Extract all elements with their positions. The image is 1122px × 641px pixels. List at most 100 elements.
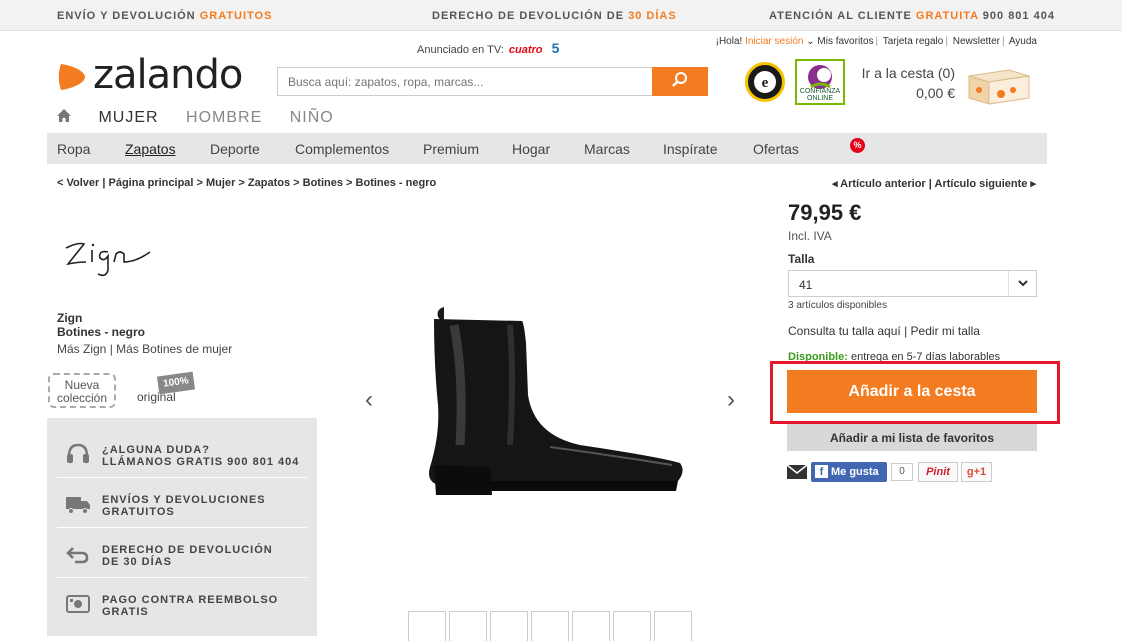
add-to-wishlist-button[interactable]: Añadir a mi lista de favoritos (787, 424, 1037, 451)
tab-nino[interactable]: NIÑO (290, 109, 334, 127)
category-ropa[interactable]: Ropa (57, 141, 90, 157)
more-brand-link[interactable]: Más Zign (57, 342, 106, 356)
thumbnail[interactable] (449, 611, 487, 641)
cash-icon (66, 595, 90, 613)
thumbnail[interactable] (613, 611, 651, 641)
breadcrumb: < Volver | Página principal > Mujer > Za… (57, 177, 437, 189)
svg-text:e: e (762, 75, 769, 91)
home-icon[interactable] (57, 109, 71, 127)
gallery-prev-arrow[interactable]: ‹ (365, 386, 373, 414)
more-category-link[interactable]: Más Botines de mujer (116, 342, 232, 356)
thumbnail[interactable] (654, 611, 692, 641)
trusted-shops-badge[interactable]: e (745, 62, 785, 102)
thumbnail[interactable] (531, 611, 569, 641)
service-cod[interactable]: PAGO CONTRA REEMBOLSO GRATIS (57, 578, 307, 628)
breadcrumb-zapatos[interactable]: Zapatos (248, 177, 290, 189)
gender-nav: MUJER HOMBRE NIÑO (57, 109, 356, 127)
category-inspirate[interactable]: Inspírate (663, 141, 717, 157)
like-count: 0 (891, 463, 913, 481)
vat-note: Incl. IVA (788, 229, 832, 243)
more-links: Más Zign | Más Botines de mujer (57, 342, 233, 356)
search-input[interactable] (278, 68, 653, 95)
prev-arrow-icon[interactable]: ◂ (832, 178, 838, 190)
google-plus-button[interactable]: g+1 (961, 462, 992, 482)
breadcrumb-home[interactable]: Página principal (109, 177, 194, 189)
next-arrow-icon[interactable]: ▸ (1030, 178, 1036, 190)
return-arrow-icon (66, 547, 89, 564)
gallery-next-arrow[interactable]: › (727, 386, 735, 414)
stock-info: 3 artículos disponibles (788, 300, 887, 311)
cuatro-logo: cuatro (508, 44, 543, 56)
next-article-link[interactable]: Artículo siguiente (935, 178, 1028, 190)
promo-bar: ENVÍO Y DEVOLUCIÓN GRATUITOS DERECHO DE … (0, 0, 1122, 31)
promo-shipping: ENVÍO Y DEVOLUCIÓN GRATUITOS (57, 10, 273, 22)
product-price: 79,95 € (788, 200, 862, 225)
category-zapatos[interactable]: Zapatos (125, 141, 176, 157)
highlight-box (770, 361, 1060, 424)
product-name: Botines - negro (57, 325, 146, 339)
headset-icon (67, 443, 89, 463)
search-icon (672, 72, 687, 87)
chevron-down-icon[interactable] (1008, 271, 1036, 296)
back-link[interactable]: < Volver (57, 177, 99, 189)
tab-hombre[interactable]: HOMBRE (186, 109, 262, 127)
thumbnail[interactable] (408, 611, 446, 641)
request-size-link[interactable]: Pedir mi talla (911, 324, 980, 338)
tab-mujer[interactable]: MUJER (98, 109, 158, 127)
help-link[interactable]: Ayuda (1009, 36, 1037, 47)
breadcrumb-botines[interactable]: Botines (303, 177, 343, 189)
tv-ad-notice: Anunciado en TV: cuatro 5 (417, 40, 560, 56)
search-button[interactable] (652, 67, 708, 96)
confianza-online-badge[interactable]: CONFIANZA ONLINE (795, 59, 845, 105)
prev-article-link[interactable]: Artículo anterior (840, 178, 926, 190)
login-link[interactable]: Iniciar sesión (745, 36, 803, 47)
breadcrumb-current: Botines - negro (355, 177, 437, 189)
category-complementos[interactable]: Complementos (295, 141, 389, 157)
logo-icon (58, 64, 85, 90)
thumbnail[interactable] (572, 611, 610, 641)
gift-card-link[interactable]: Tarjeta regalo (883, 36, 944, 47)
pinterest-button[interactable]: Pinit (918, 462, 958, 482)
service-returns[interactable]: DERECHO DE DEVOLUCIÓN DE 30 DÍAS (57, 528, 307, 578)
promo-returns: DERECHO DE DEVOLUCIÓN DE 30 DÍAS (432, 10, 677, 22)
category-hogar[interactable]: Hogar (512, 141, 550, 157)
new-collection-badge: Nueva colección (48, 373, 116, 408)
cart-box-icon[interactable] (965, 62, 1033, 106)
confianza-label: CONFIANZA ONLINE (799, 88, 841, 102)
thumbnail[interactable] (490, 611, 528, 641)
size-guide-link[interactable]: Consulta tu talla aquí (788, 324, 901, 338)
favorites-link[interactable]: Mis favoritos (817, 36, 873, 47)
cart-amount: 0,00 € (916, 85, 955, 101)
size-label: Talla (788, 252, 815, 266)
truck-icon (66, 497, 90, 514)
facebook-like-button[interactable]: f Me gusta (811, 462, 887, 482)
telecinco-logo: 5 (551, 40, 560, 56)
zalando-logo[interactable]: zalando (57, 52, 257, 98)
category-deporte[interactable]: Deporte (210, 141, 260, 157)
size-select[interactable]: 41 (788, 270, 1037, 297)
category-ofertas[interactable]: Ofertas (753, 141, 799, 157)
category-marcas[interactable]: Marcas (584, 141, 630, 157)
service-help[interactable]: ¿ALGUNA DUDA? LLÁMANOS GRATIS 900 801 404 (57, 428, 307, 478)
category-bar: Ropa Zapatos Deporte Complementos Premiu… (47, 133, 1047, 164)
service-shipping[interactable]: ENVÍOS Y DEVOLUCIONES GRATUITOS (57, 478, 307, 528)
category-premium[interactable]: Premium (423, 141, 479, 157)
chevron-down-icon[interactable]: ⌄ (806, 36, 814, 47)
promo-support: ATENCIÓN AL CLIENTE GRATUITA 900 801 404 (769, 10, 1055, 22)
account-links: ¡Hola! Iniciar sesión ⌄ Mis favoritos | T… (715, 36, 1037, 47)
greeting: ¡Hola! (715, 36, 743, 47)
offers-badge: % (850, 138, 865, 153)
breadcrumb-mujer[interactable]: Mujer (206, 177, 235, 189)
newsletter-link[interactable]: Newsletter (953, 36, 1000, 47)
original-label: original (137, 390, 176, 404)
cart-label[interactable]: Ir a la cesta (0) (862, 65, 955, 81)
logo-text: zalando (93, 52, 243, 98)
article-nav: ◂ Artículo anterior | Artículo siguiente… (831, 178, 1036, 190)
size-links: Consulta tu talla aquí | Pedir mi talla (788, 324, 980, 338)
cart-summary[interactable]: Ir a la cesta (0) 0,00 € (860, 65, 955, 101)
brand-logo[interactable] (62, 232, 154, 280)
search-box (277, 67, 708, 96)
product-brand: Zign (57, 311, 83, 325)
product-image[interactable] (410, 295, 695, 505)
email-icon[interactable] (787, 465, 807, 479)
